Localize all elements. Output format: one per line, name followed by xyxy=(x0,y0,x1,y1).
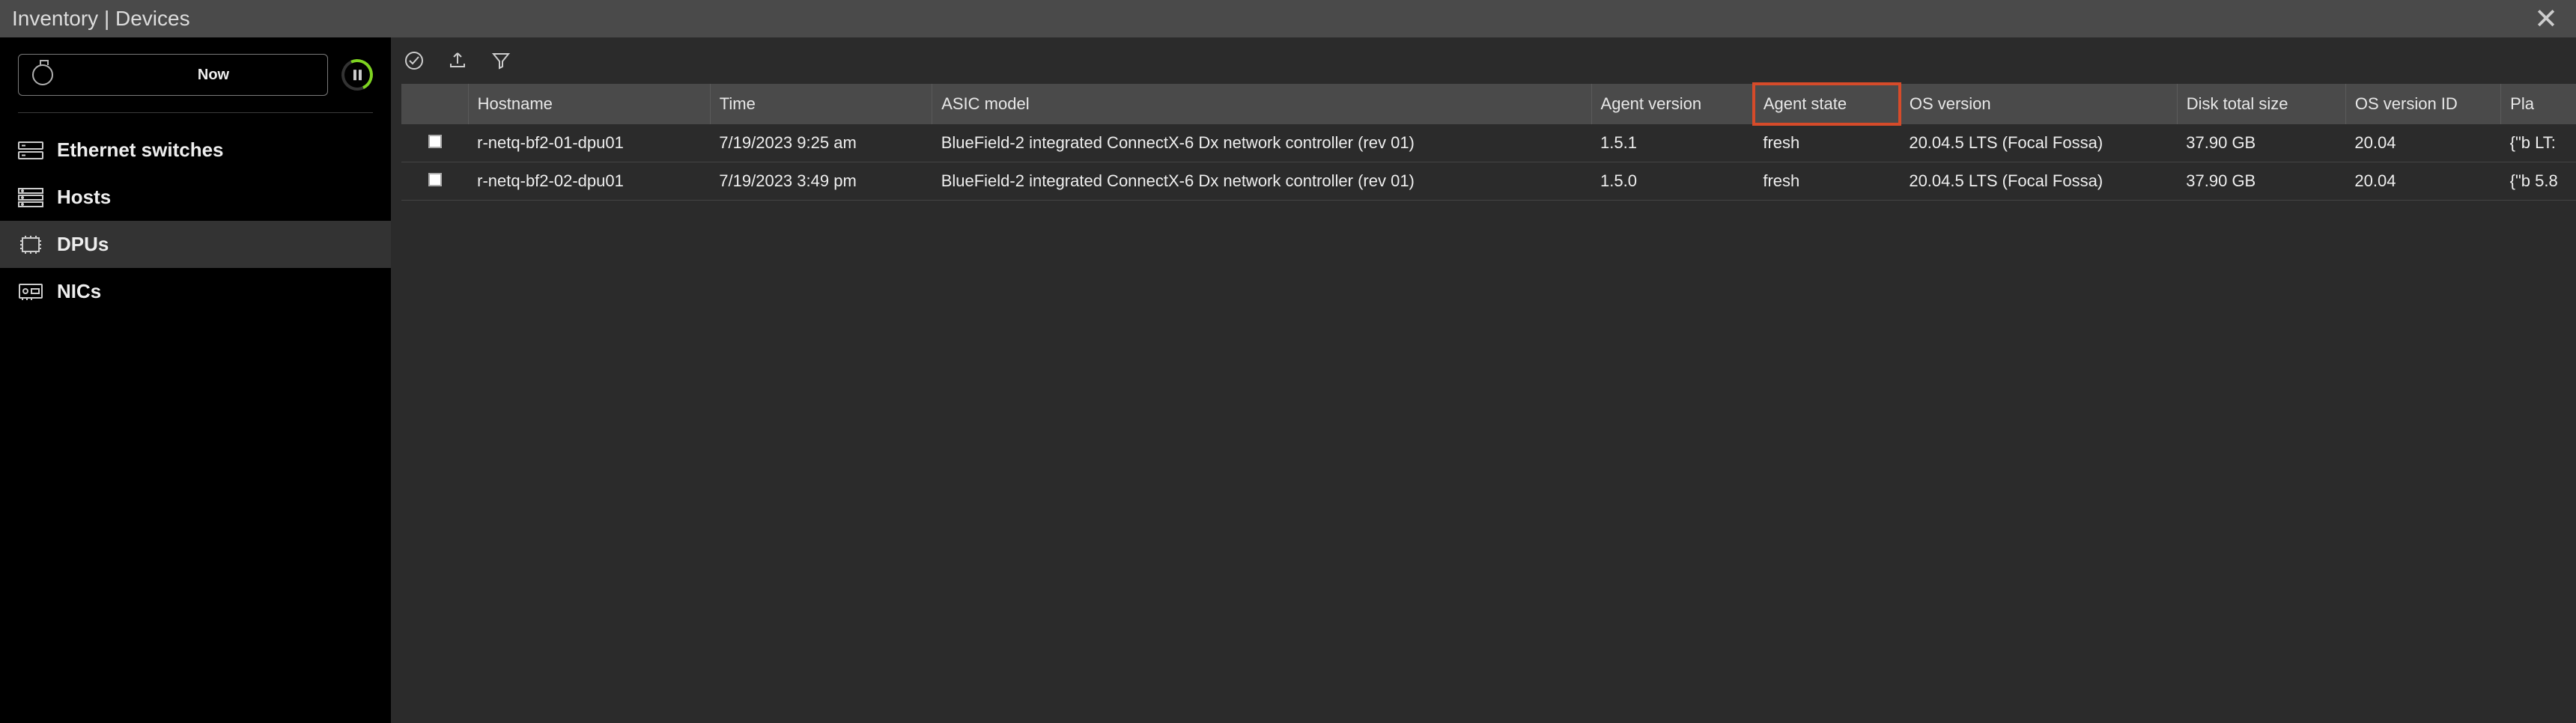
cell-hostname: r-netq-bf2-01-dpu01 xyxy=(468,124,710,162)
sidebar-item-label: Ethernet switches xyxy=(57,138,224,162)
table-header-row: Hostname Time ASIC model Agent version A… xyxy=(401,84,2576,124)
cell-asic: BlueField-2 integrated ConnectX-6 Dx net… xyxy=(932,162,1591,201)
cell-hostname: r-netq-bf2-02-dpu01 xyxy=(468,162,710,201)
cell-os-version-id: 20.04 xyxy=(2345,162,2500,201)
pause-button[interactable] xyxy=(337,55,377,95)
column-header-hostname[interactable]: Hostname xyxy=(468,84,710,124)
column-header-time[interactable]: Time xyxy=(710,84,932,124)
cell-os-version-id: 20.04 xyxy=(2345,124,2500,162)
checkbox-icon[interactable] xyxy=(428,173,442,186)
time-selector-label: Now xyxy=(113,67,314,84)
cell-time: 7/19/2023 3:49 pm xyxy=(710,162,932,201)
stopwatch-icon xyxy=(32,64,53,85)
row-checkbox-cell[interactable] xyxy=(401,124,468,162)
cell-disk-total: 37.90 GB xyxy=(2177,162,2345,201)
cell-os-version: 20.04.5 LTS (Focal Fossa) xyxy=(1900,162,2177,201)
time-selector[interactable]: Now xyxy=(18,54,328,96)
column-header-os-version[interactable]: OS version xyxy=(1900,84,2177,124)
checkbox-icon[interactable] xyxy=(428,135,442,148)
cell-agent-state: fresh xyxy=(1754,124,1900,162)
export-icon[interactable] xyxy=(446,49,469,72)
toolbar xyxy=(391,37,2576,79)
row-checkbox-cell[interactable] xyxy=(401,162,468,201)
switches-icon xyxy=(18,141,43,160)
divider xyxy=(18,112,373,113)
sidebar-item-label: NICs xyxy=(57,280,101,303)
sidebar-item-dpus[interactable]: DPUs xyxy=(0,221,391,268)
table-row[interactable]: r-netq-bf2-02-dpu01 7/19/2023 3:49 pm Bl… xyxy=(401,162,2576,201)
filter-icon[interactable] xyxy=(490,49,512,72)
table-row[interactable]: r-netq-bf2-01-dpu01 7/19/2023 9:25 am Bl… xyxy=(401,124,2576,162)
cell-time: 7/19/2023 9:25 am xyxy=(710,124,932,162)
column-header-agent-version[interactable]: Agent version xyxy=(1591,84,1754,124)
close-icon[interactable]: ✕ xyxy=(2528,2,2564,36)
sidebar: Now Ethernet switches xyxy=(0,37,391,723)
column-header-platform[interactable]: Pla xyxy=(2501,84,2576,124)
time-selector-row: Now xyxy=(0,46,391,112)
cell-platform: {"b LT: xyxy=(2501,124,2576,162)
column-header-agent-state[interactable]: Agent state xyxy=(1754,84,1900,124)
hosts-icon xyxy=(18,188,43,207)
column-header-disk-total[interactable]: Disk total size xyxy=(2177,84,2345,124)
page-title: Inventory | Devices xyxy=(12,7,190,31)
column-header-checkbox[interactable] xyxy=(401,84,468,124)
sidebar-item-ethernet-switches[interactable]: Ethernet switches xyxy=(0,126,391,174)
dpus-icon xyxy=(18,235,43,254)
nics-icon xyxy=(18,282,43,302)
sidebar-item-label: DPUs xyxy=(57,233,109,256)
cell-agent-version: 1.5.1 xyxy=(1591,124,1754,162)
sidebar-item-hosts[interactable]: Hosts xyxy=(0,174,391,221)
cell-agent-state: fresh xyxy=(1754,162,1900,201)
check-circle-icon[interactable] xyxy=(403,49,425,72)
column-header-os-version-id[interactable]: OS version ID xyxy=(2345,84,2500,124)
sidebar-item-nics[interactable]: NICs xyxy=(0,268,391,315)
cell-os-version: 20.04.5 LTS (Focal Fossa) xyxy=(1900,124,2177,162)
cell-agent-version: 1.5.0 xyxy=(1591,162,1754,201)
column-header-asic[interactable]: ASIC model xyxy=(932,84,1591,124)
table: Hostname Time ASIC model Agent version A… xyxy=(391,79,2576,723)
cell-platform: {"b 5.8 xyxy=(2501,162,2576,201)
titlebar: Inventory | Devices ✕ xyxy=(0,0,2576,37)
sidebar-item-label: Hosts xyxy=(57,186,111,209)
cell-disk-total: 37.90 GB xyxy=(2177,124,2345,162)
main-panel: Hostname Time ASIC model Agent version A… xyxy=(391,37,2576,723)
cell-asic: BlueField-2 integrated ConnectX-6 Dx net… xyxy=(932,124,1591,162)
pause-icon xyxy=(353,70,362,80)
